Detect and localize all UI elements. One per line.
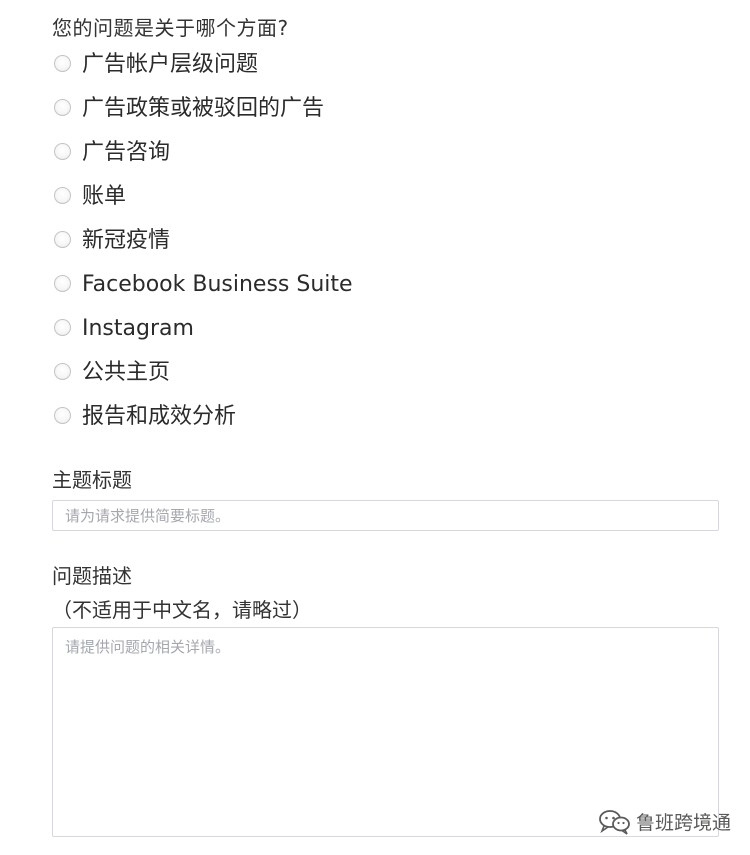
watermark: 鲁班跨境通 [598,808,731,835]
radio-button[interactable] [54,363,71,380]
description-label: 问题描述 [52,564,132,588]
option-label: 报告和成效分析 [82,404,237,429]
option-reporting[interactable]: 报告和成效分析 [54,397,353,441]
option-ad-policy[interactable]: 广告政策或被驳回的广告 [54,89,353,133]
radio-button[interactable] [54,187,71,204]
subject-label: 主题标题 [52,468,132,492]
radio-button[interactable] [54,231,71,248]
subject-input[interactable] [52,500,719,531]
option-ad-inquiry[interactable]: 广告咨询 [54,133,353,177]
description-textarea[interactable] [52,627,719,837]
option-page[interactable]: 公共主页 [54,353,353,397]
option-ad-account[interactable]: 广告帐户层级问题 [54,45,353,89]
option-label: 广告帐户层级问题 [82,52,259,77]
option-label: 广告咨询 [82,140,171,165]
radio-button[interactable] [54,275,71,292]
option-business-suite[interactable]: Facebook Business Suite [54,265,353,309]
topic-radio-group: 广告帐户层级问题 广告政策或被驳回的广告 广告咨询 账单 新冠疫情 Facebo… [54,45,353,441]
radio-button[interactable] [54,407,71,424]
option-label: 公共主页 [82,360,171,385]
option-covid[interactable]: 新冠疫情 [54,221,353,265]
option-label: 新冠疫情 [82,228,171,253]
watermark-text: 鲁班跨境通 [636,812,732,834]
wechat-icon [599,809,630,835]
radio-button[interactable] [54,319,71,336]
option-label: 广告政策或被驳回的广告 [82,96,325,121]
question-prompt: 您的问题是关于哪个方面? [52,16,289,40]
radio-button[interactable] [54,55,71,72]
option-billing[interactable]: 账单 [54,177,353,221]
description-note: （不适用于中文名，请略过） [52,598,312,622]
radio-button[interactable] [54,99,71,116]
option-label: Instagram [82,316,194,341]
option-label: Facebook Business Suite [82,272,353,297]
option-label: 账单 [82,184,127,209]
option-instagram[interactable]: Instagram [54,309,353,353]
radio-button[interactable] [54,143,71,160]
